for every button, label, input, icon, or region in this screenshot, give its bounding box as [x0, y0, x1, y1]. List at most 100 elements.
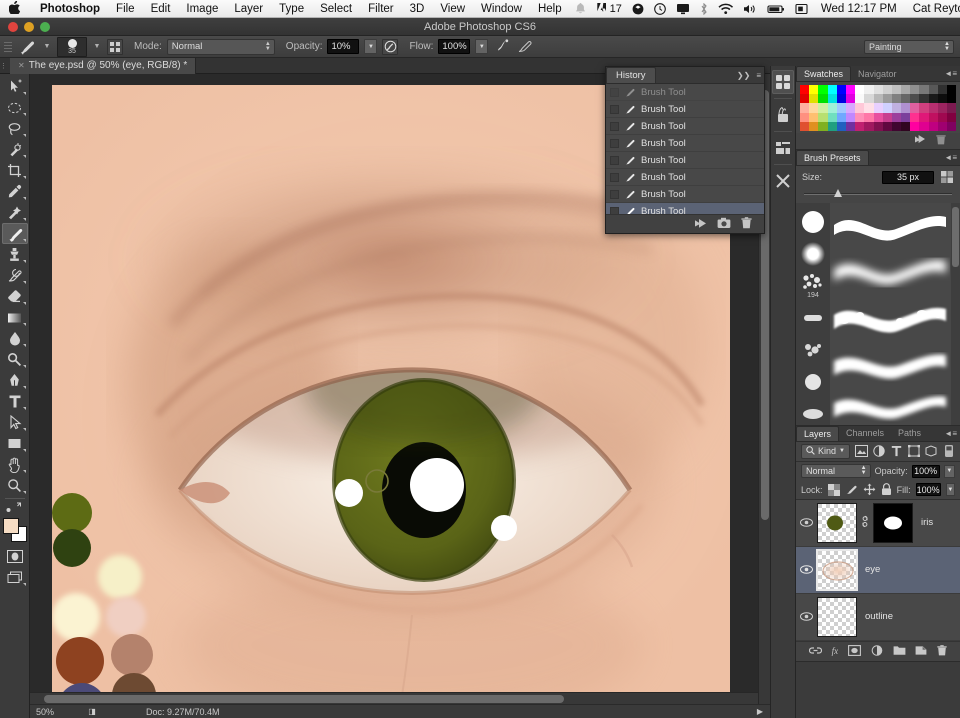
color-swatch[interactable]	[864, 121, 874, 131]
layer-visibility-toggle[interactable]	[799, 518, 813, 528]
marquee-tool[interactable]	[2, 97, 28, 118]
panel-menu-icon[interactable]: ≡	[756, 71, 761, 80]
color-swatch[interactable]	[882, 85, 892, 95]
toggle-brush-panel-icon[interactable]	[107, 38, 123, 55]
color-swatch[interactable]	[845, 85, 856, 95]
canvas-horizontal-scrollbar[interactable]	[30, 692, 758, 704]
swatches-grid[interactable]	[800, 85, 957, 131]
color-swatch[interactable]	[928, 94, 938, 104]
color-swatch[interactable]	[873, 121, 883, 131]
history-snapshot-checkbox[interactable]	[610, 172, 619, 182]
delete-swatch-icon[interactable]	[936, 134, 946, 148]
healing-brush-tool[interactable]	[2, 202, 28, 223]
layer-row-iris[interactable]: iris	[796, 500, 960, 547]
battery-icon[interactable]	[762, 3, 790, 15]
menu-edit[interactable]: Edit	[143, 3, 179, 15]
color-swatch[interactable]	[827, 121, 837, 131]
slider-knob[interactable]	[833, 188, 842, 197]
color-swatch[interactable]	[910, 103, 920, 113]
color-swatch[interactable]	[928, 85, 938, 95]
blur-tool[interactable]	[2, 328, 28, 349]
menu-image[interactable]: Image	[178, 3, 226, 15]
history-snapshot-checkbox[interactable]	[610, 155, 619, 165]
menu-window[interactable]: Window	[473, 3, 530, 15]
airbrush-icon[interactable]	[493, 38, 511, 55]
color-swatch[interactable]	[937, 103, 947, 113]
smart-object-filter-icon[interactable]	[925, 443, 937, 459]
color-swatch[interactable]	[901, 121, 911, 131]
color-swatch[interactable]	[928, 112, 938, 122]
blend-mode-select[interactable]: Normal ▲ ▼	[166, 38, 275, 55]
layer-opacity-input[interactable]: 100%	[911, 464, 940, 478]
new-snapshot-icon[interactable]	[717, 217, 731, 232]
history-snapshot-checkbox[interactable]	[610, 189, 619, 199]
brush-preset-thumb[interactable]	[796, 334, 830, 366]
pen-tool[interactable]	[2, 370, 28, 391]
color-swatch[interactable]	[910, 112, 920, 122]
options-bar-grip[interactable]	[4, 39, 12, 55]
color-swatch[interactable]	[818, 121, 828, 131]
layer-opacity-stepper[interactable]: ▼	[943, 464, 955, 478]
color-swatch[interactable]	[891, 112, 902, 122]
color-swatch[interactable]	[910, 121, 920, 131]
type-tool[interactable]	[2, 391, 28, 412]
color-swatch[interactable]	[855, 121, 865, 131]
rectangle-tool[interactable]	[2, 433, 28, 454]
color-swatch[interactable]	[873, 112, 883, 122]
color-swatch[interactable]	[800, 85, 810, 95]
lock-image-icon[interactable]	[845, 482, 858, 498]
history-snapshot-checkbox[interactable]	[610, 138, 619, 148]
brush-size-slider[interactable]	[804, 188, 952, 199]
panel-menu-icon[interactable]: ◄≡	[944, 69, 957, 78]
history-snapshot-checkbox[interactable]	[610, 87, 619, 97]
color-swatch[interactable]	[845, 94, 856, 104]
lock-all-icon[interactable]	[881, 482, 892, 498]
opacity-input[interactable]: 10%	[327, 39, 360, 54]
apple-icon[interactable]	[8, 0, 21, 16]
foreground-color-swatch[interactable]	[2, 518, 19, 534]
add-mask-icon[interactable]	[848, 644, 861, 658]
color-swatch[interactable]	[928, 121, 938, 131]
brush-presets-list[interactable]: 194	[796, 202, 960, 425]
tab-navigator[interactable]: Navigator	[851, 66, 904, 81]
color-swatch[interactable]	[937, 94, 947, 104]
history-states-list[interactable]: Brush Tool Brush Tool Brush Tool Brush T…	[606, 84, 764, 214]
color-swatch[interactable]	[845, 103, 856, 113]
brush-preset-thumb[interactable]	[796, 302, 830, 334]
collapse-icon[interactable]: ❯❯	[737, 71, 750, 80]
layer-filter-kind-select[interactable]: Kind ▼	[801, 443, 850, 459]
layer-style-icon[interactable]: fx	[832, 646, 839, 656]
history-state-row[interactable]: Brush Tool	[606, 135, 764, 152]
color-swatch[interactable]	[901, 112, 911, 122]
delete-layer-icon[interactable]	[937, 645, 947, 658]
filter-toggle-icon[interactable]	[943, 443, 955, 459]
color-swatch[interactable]	[873, 85, 883, 95]
dropbox-icon[interactable]	[627, 3, 649, 15]
swatches-grid-wrap[interactable]	[796, 82, 960, 133]
color-swatch[interactable]	[800, 112, 810, 122]
color-swatch[interactable]	[818, 85, 828, 95]
color-swatch[interactable]	[845, 121, 856, 131]
horizontal-scroll-thumb[interactable]	[44, 695, 564, 703]
hand-tool[interactable]	[2, 454, 28, 475]
layer-visibility-toggle[interactable]	[799, 612, 813, 622]
color-swatch[interactable]	[910, 94, 920, 104]
menu-filter[interactable]: Filter	[360, 3, 402, 15]
color-swatch[interactable]	[937, 85, 947, 95]
history-state-row[interactable]: Brush Tool	[606, 101, 764, 118]
create-document-icon[interactable]	[694, 217, 707, 232]
brush-size-preview[interactable]: 35	[57, 36, 87, 57]
tab-channels[interactable]: Channels	[839, 426, 891, 441]
color-swatch[interactable]	[901, 103, 911, 113]
layer-fill-input[interactable]: 100%	[915, 483, 941, 497]
quick-mask-icon[interactable]	[2, 546, 28, 567]
menu-3d[interactable]: 3D	[402, 3, 433, 15]
menu-file[interactable]: File	[108, 3, 143, 15]
color-swatch[interactable]	[855, 112, 865, 122]
crop-tool[interactable]	[2, 160, 28, 181]
brush-preset-thumb[interactable]	[796, 238, 830, 270]
color-swatch[interactable]	[809, 85, 819, 95]
flow-stepper[interactable]: ▼	[475, 39, 489, 54]
history-state-row-selected[interactable]: Brush Tool	[606, 203, 764, 214]
lock-position-icon[interactable]	[863, 482, 876, 498]
